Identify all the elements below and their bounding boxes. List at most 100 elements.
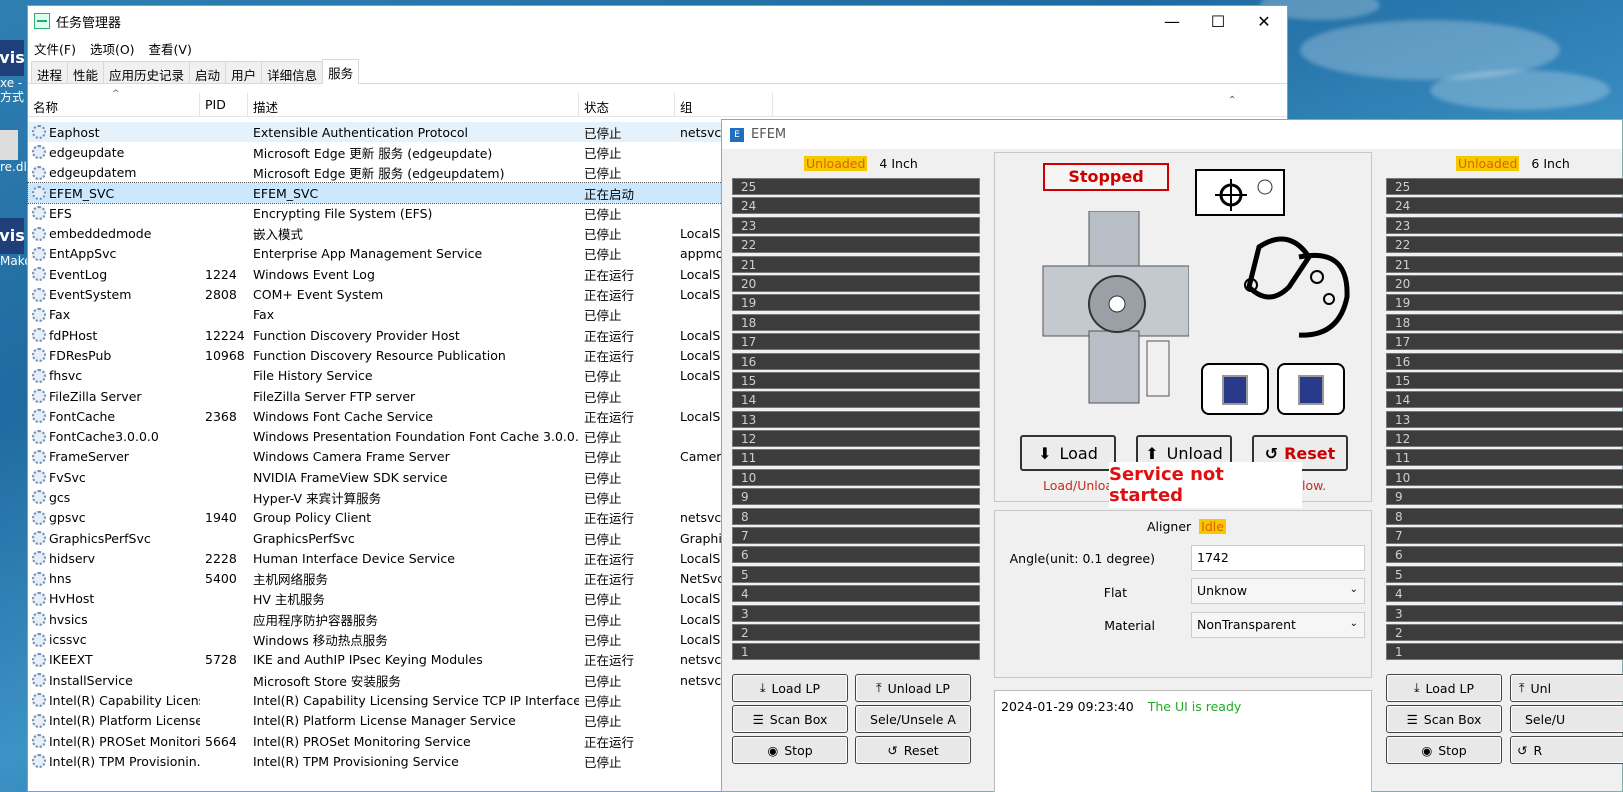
- tab-users[interactable]: 用户: [225, 61, 263, 83]
- select-all-button[interactable]: Sele/Unsele A: [855, 705, 971, 733]
- wafer-slot[interactable]: 23: [1386, 216, 1623, 234]
- wafer-slot[interactable]: 2: [732, 623, 980, 641]
- minimize-button[interactable]: —: [1149, 6, 1195, 36]
- desktop-icon[interactable]: re.dll: [0, 130, 30, 174]
- table-row[interactable]: Fax Fax 已停止: [28, 305, 828, 325]
- table-row[interactable]: HvHost HV 主机服务 已停止 LocalSy: [28, 589, 828, 609]
- table-row[interactable]: Intel(R) TPM Provisionin... Intel(R) TPM …: [28, 751, 828, 771]
- wafer-slot[interactable]: 20: [732, 274, 980, 292]
- table-row[interactable]: Intel(R) Capability Licensi... Intel(R) C…: [28, 690, 828, 710]
- wafer-slot[interactable]: 22: [732, 236, 980, 254]
- scan-box-button-right[interactable]: ☰ Scan Box: [1386, 705, 1502, 733]
- table-row[interactable]: fdPHost 12224 Function Discovery Provider …: [28, 325, 828, 345]
- table-row[interactable]: embeddedmode 嵌入模式 已停止 LocalSy: [28, 223, 828, 243]
- reset-lp-button[interactable]: ↺ Reset: [855, 736, 971, 764]
- wafer-slot[interactable]: 13: [732, 410, 980, 428]
- table-row[interactable]: IKEEXT 5728 IKE and AuthIP IPsec Keying Mo…: [28, 650, 828, 670]
- wafer-slot[interactable]: 9: [1386, 488, 1623, 506]
- title-bar[interactable]: 任务管理器 — ☐ ✕: [28, 6, 1287, 36]
- crosshair-icon[interactable]: [1195, 169, 1285, 216]
- wafer-slot[interactable]: 25: [732, 178, 980, 195]
- wafer-slot[interactable]: 5: [732, 565, 980, 583]
- wafer-slot[interactable]: 20: [1386, 274, 1623, 292]
- table-row[interactable]: Eaphost Extensible Authentication Protoco…: [28, 122, 828, 143]
- select-all-button-right[interactable]: Sele/U: [1510, 705, 1623, 733]
- wafer-slot[interactable]: 14: [1386, 391, 1623, 409]
- table-row[interactable]: FvSvc NVIDIA FrameView SDK service 已停止: [28, 467, 828, 487]
- wafer-slot[interactable]: 3: [1386, 604, 1623, 622]
- table-row[interactable]: hns 5400 主机网络服务 正在运行 NetSvc: [28, 569, 828, 589]
- wafer-slot[interactable]: 4: [732, 585, 980, 603]
- menu-file[interactable]: 文件(F): [34, 39, 76, 58]
- table-row[interactable]: gpsvc 1940 Group Policy Client 正在运行 netsvcs: [28, 508, 828, 528]
- tab-details[interactable]: 详细信息: [261, 61, 324, 83]
- wafer-slot[interactable]: 15: [1386, 371, 1623, 389]
- angle-input[interactable]: 1742: [1191, 545, 1365, 571]
- maximize-button[interactable]: ☐: [1195, 6, 1241, 36]
- wafer-slot[interactable]: 22: [1386, 236, 1623, 254]
- wafer-slot[interactable]: 13: [1386, 410, 1623, 428]
- close-button[interactable]: ✕: [1241, 6, 1287, 36]
- column-header-description[interactable]: 描述: [248, 93, 579, 116]
- scroll-up-icon[interactable]: ⌃: [1228, 95, 1283, 106]
- wafer-slot[interactable]: 12: [1386, 430, 1623, 448]
- stop-button-right[interactable]: ◉ Stop: [1386, 736, 1502, 764]
- wafer-slot[interactable]: 21: [732, 255, 980, 273]
- wafer-slot[interactable]: 14: [732, 391, 980, 409]
- wafer-slot[interactable]: 19: [732, 294, 980, 312]
- tab-services[interactable]: 服务: [322, 59, 360, 84]
- column-header-status[interactable]: 状态: [579, 93, 675, 116]
- material-select[interactable]: NonTransparent ⌄: [1191, 612, 1365, 638]
- table-row[interactable]: edgeupdate Microsoft Edge 更新 服务 (edgeupda…: [28, 142, 828, 162]
- wafer-slot[interactable]: 12: [732, 430, 980, 448]
- efem-title-bar[interactable]: E EFEM: [722, 120, 1622, 149]
- wafer-slot[interactable]: 24: [732, 197, 980, 215]
- menu-view[interactable]: 查看(V): [149, 39, 192, 58]
- table-row[interactable]: FileZilla Server FileZilla Server FTP ser…: [28, 386, 828, 406]
- wafer-slot[interactable]: 17: [732, 333, 980, 351]
- wafer-slot[interactable]: 10: [732, 468, 980, 486]
- wafer-slot[interactable]: 2: [1386, 623, 1623, 641]
- table-row[interactable]: EventSystem 2808 COM+ Event System 正在运行 Loca…: [28, 284, 828, 304]
- table-row[interactable]: EFS Encrypting File System (EFS) 已停止: [28, 203, 828, 223]
- wafer-slot[interactable]: 5: [1386, 565, 1623, 583]
- wafer-slot[interactable]: 16: [732, 352, 980, 370]
- wafer-slot[interactable]: 8: [1386, 507, 1623, 525]
- wafer-slot[interactable]: 9: [732, 488, 980, 506]
- wafer-slot[interactable]: 8: [732, 507, 980, 525]
- wafer-slot[interactable]: 19: [1386, 294, 1623, 312]
- unload-lp-button-right[interactable]: ⤒ Unl: [1510, 674, 1623, 702]
- wafer-slot[interactable]: 6: [732, 546, 980, 564]
- table-row[interactable]: icssvc Windows 移动热点服务 已停止 LocalSe: [28, 629, 828, 649]
- reset-lp-button-right[interactable]: ↺ R: [1510, 736, 1623, 764]
- tab-performance[interactable]: 性能: [67, 61, 105, 83]
- table-row[interactable]: FDResPub 10968 Function Discovery Resource…: [28, 345, 828, 365]
- table-row[interactable]: FontCache 2368 Windows Font Cache Service 正…: [28, 406, 828, 426]
- scan-box-button[interactable]: ☰ Scan Box: [732, 705, 848, 733]
- tab-processes[interactable]: 进程: [31, 61, 69, 83]
- stop-button[interactable]: ◉ Stop: [732, 736, 848, 764]
- desktop-icon[interactable]: vis xe - 方式: [0, 40, 25, 104]
- wafer-slot[interactable]: 4: [1386, 585, 1623, 603]
- tab-app-history[interactable]: 应用历史记录: [103, 61, 191, 83]
- wafer-slot[interactable]: 11: [1386, 449, 1623, 467]
- wafer-slot[interactable]: 15: [732, 371, 980, 389]
- table-row[interactable]: EntAppSvc Enterprise App Management Servi…: [28, 244, 828, 264]
- wafer-slot[interactable]: 3: [732, 604, 980, 622]
- table-row[interactable]: FontCache3.0.0.0 Windows Presentation Fou…: [28, 426, 828, 446]
- wafer-slot[interactable]: 11: [732, 449, 980, 467]
- table-row[interactable]: GraphicsPerfSvc GraphicsPerfSvc 已停止 Graphi: [28, 528, 828, 548]
- table-row[interactable]: fhsvc File History Service 已停止 LocalSy: [28, 366, 828, 386]
- table-row[interactable]: hidserv 2228 Human Interface Device Servic…: [28, 548, 828, 568]
- wafer-slot[interactable]: 7: [1386, 527, 1623, 545]
- wafer-slot[interactable]: 6: [1386, 546, 1623, 564]
- wafer-slot[interactable]: 24: [1386, 197, 1623, 215]
- wafer-slot[interactable]: 23: [732, 216, 980, 234]
- wafer-slot[interactable]: 1: [1386, 643, 1623, 661]
- wafer-slot[interactable]: 18: [1386, 313, 1623, 331]
- table-row[interactable]: edgeupdatem Microsoft Edge 更新 服务 (edgeupd…: [28, 163, 828, 183]
- table-row[interactable]: Intel(R) PROSet Monitori... 5664 Intel(R) …: [28, 731, 828, 751]
- unload-lp-button[interactable]: ⤒ Unload LP: [855, 674, 971, 702]
- tab-startup[interactable]: 启动: [189, 61, 227, 83]
- table-row[interactable]: EFEM_SVC EFEM_SVC 正在启动: [27, 181, 829, 205]
